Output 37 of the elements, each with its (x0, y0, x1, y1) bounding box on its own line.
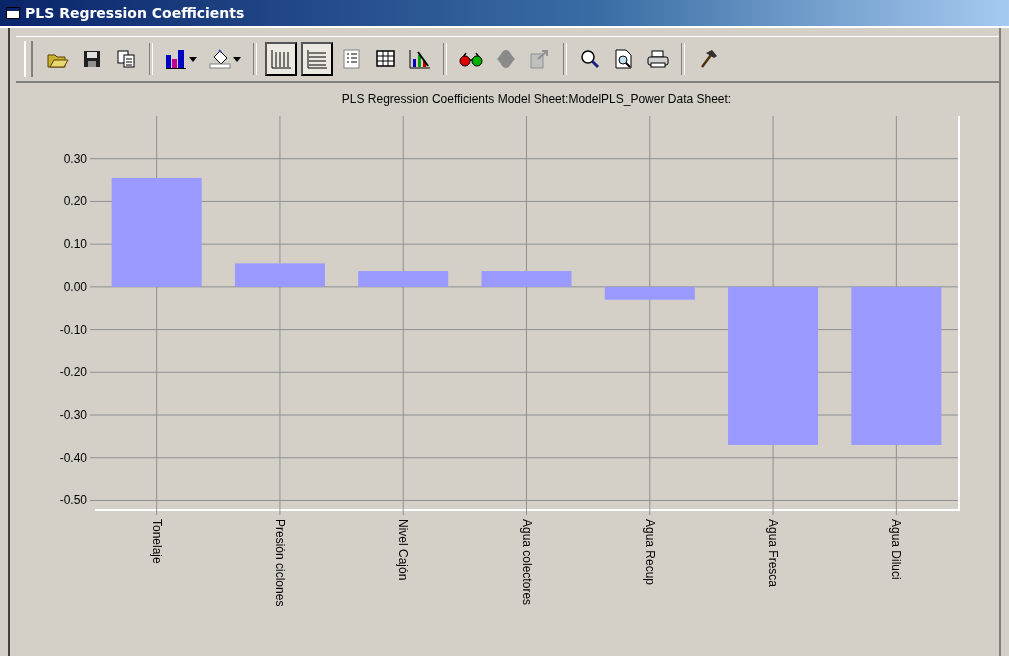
copy-icon (117, 50, 135, 68)
window-icon (6, 7, 20, 19)
y-tick-label: -0.10 (59, 322, 87, 337)
y-tick-label: 0.20 (63, 194, 87, 209)
y-tick-label: -0.30 (59, 408, 87, 422)
y-tick-label: 0.10 (63, 237, 87, 252)
category-label: Tonelaje (149, 519, 164, 564)
export-icon (530, 49, 550, 69)
y-tick-label: -0.20 (59, 365, 87, 380)
print-preview-icon (615, 49, 633, 69)
glasses-icon (459, 51, 483, 67)
horizontal-grid-icon (306, 49, 328, 69)
bar-chart-icon (165, 49, 187, 69)
y-tick-label: -0.40 (59, 450, 87, 465)
hammer-icon (698, 49, 718, 69)
legend-icon (343, 49, 361, 69)
vertical-grid-icon (270, 49, 292, 69)
y-tick-label: -0.50 (59, 493, 87, 508)
toolbar-button[interactable] (301, 42, 333, 76)
y-tick-label: 0.30 (63, 151, 87, 166)
paint-bucket-icon (209, 49, 231, 69)
category-label: Agua colectores (519, 519, 534, 606)
shape-icon (496, 49, 516, 69)
toolbar-button[interactable] (265, 42, 297, 76)
category-label: Presión ciclones (272, 519, 287, 607)
printer-icon (647, 50, 669, 68)
category-label: Agua Diluci (889, 519, 904, 580)
table-icon (376, 50, 396, 68)
chart-title: PLS Regression Coefficients Model Sheet:ModelPLS_Power Data Sheet: (341, 92, 732, 106)
toolbar-grip[interactable] (24, 41, 33, 77)
y-tick-label: 0.00 (63, 279, 87, 294)
chart-wand-icon (409, 49, 431, 69)
category-label: Nivel Cajón (396, 519, 411, 581)
category-label: Agua Fresca (766, 519, 781, 588)
category-label: Agua Recup (642, 519, 657, 586)
window-title: PLS Regression Coefficients (25, 5, 245, 21)
search-icon (580, 49, 600, 69)
